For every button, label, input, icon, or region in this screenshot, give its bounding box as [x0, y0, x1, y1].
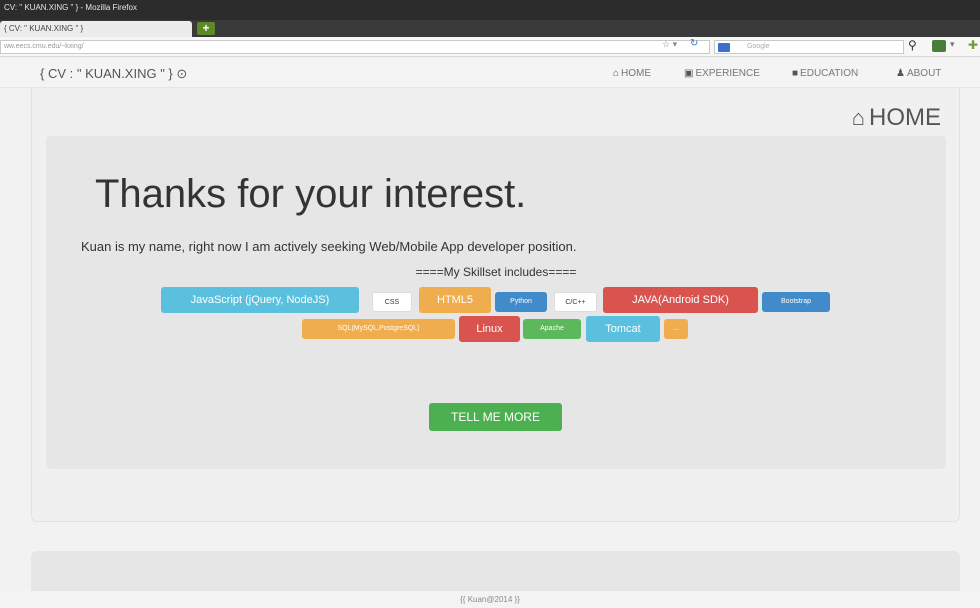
home-icon: ⌂	[613, 68, 620, 79]
url-text: ww.eecs.cmu.edu/~kxing/	[4, 43, 84, 50]
intro-text: Kuan is my name, right now I am actively…	[81, 239, 577, 254]
jumbotron: Thanks for your interest. Kuan is my nam…	[46, 136, 946, 469]
skill-badge: Python	[495, 292, 547, 312]
site-brand[interactable]: { CV : " KUAN.XING " } ⊙	[40, 66, 187, 82]
user-icon: ♟	[896, 68, 905, 79]
browser-navbar: ww.eecs.cmu.edu/~kxing/ ☆ ▾ ↻ Google ⚲ ▾…	[0, 37, 980, 57]
skill-badge: Bootstrap	[762, 292, 830, 312]
skill-badge: SQL(MySQL,PostgreSQL)	[302, 319, 455, 339]
next-section	[31, 551, 960, 591]
url-bar[interactable]: ww.eecs.cmu.edu/~kxing/	[0, 40, 710, 54]
window-title: CV: " KUAN.XING " } - Mozilla Firefox	[4, 3, 137, 12]
skill-badge: Tomcat	[586, 316, 660, 342]
skill-badge: C/C++	[554, 292, 597, 312]
search-icon[interactable]: ⚲	[908, 38, 917, 52]
book-icon: ■	[792, 68, 799, 79]
new-tab-button[interactable]: +	[197, 22, 215, 35]
browser-tab[interactable]: { CV: " KUAN.XING " }	[0, 21, 192, 37]
reload-icon[interactable]: ↻	[690, 38, 698, 49]
skill-badge: CSS	[372, 292, 412, 312]
search-input[interactable]: Google	[714, 40, 904, 54]
section-title-label: HOME	[869, 104, 941, 131]
skill-badge: JAVA(Android SDK)	[603, 287, 758, 313]
bookmark-star-icon[interactable]: ☆ ▾	[662, 39, 677, 50]
chevron-down-icon[interactable]: ▾	[950, 39, 955, 50]
skill-badge: HTML5	[419, 287, 491, 313]
nav-about-label: ABOUT	[906, 68, 942, 79]
nav-education[interactable]: ■ EDUCATION	[792, 68, 858, 79]
page-footer: {{ Kuan@2014 }}	[0, 591, 980, 608]
search-placeholder: Google	[747, 43, 770, 50]
skill-badge: Apache	[523, 319, 581, 339]
addon-icon[interactable]: ✚	[968, 38, 978, 52]
nav-home-label: HOME	[621, 68, 652, 79]
skill-badge: ...	[664, 319, 688, 339]
window-titlebar: CV: " KUAN.XING " } - Mozilla Firefox	[0, 0, 980, 20]
skill-badge: JavaScript (jQuery, NodeJS)	[161, 287, 359, 313]
home-section: ⌂ HOME Thanks for your interest. Kuan is …	[31, 88, 960, 522]
site-navbar: { CV : " KUAN.XING " } ⊙ ⌂ HOME ▣ EXPERIEN…	[0, 58, 980, 88]
briefcase-icon: ▣	[684, 68, 694, 79]
nav-experience[interactable]: ▣ EXPERIENCE	[684, 68, 760, 79]
bookmarks-icon[interactable]	[932, 40, 946, 52]
nav-home[interactable]: ⌂ HOME	[613, 68, 651, 79]
browser-tab-label: { CV: " KUAN.XING " }	[4, 24, 84, 33]
headline: Thanks for your interest.	[95, 172, 527, 216]
tab-strip: { CV: " KUAN.XING " } +	[0, 20, 980, 37]
search-engine-icon[interactable]	[718, 43, 730, 52]
skill-badge: Linux	[459, 316, 520, 342]
nav-about[interactable]: ♟ ABOUT	[896, 68, 941, 79]
skillset-heading: ====My Skillset includes====	[415, 265, 577, 279]
nav-experience-label: EXPERIENCE	[695, 68, 760, 79]
home-icon: ⌂	[851, 105, 865, 130]
nav-education-label: EDUCATION	[800, 68, 859, 79]
section-title: ⌂ HOME	[852, 104, 941, 132]
tell-me-more-button[interactable]: TELL ME MORE	[429, 403, 562, 431]
